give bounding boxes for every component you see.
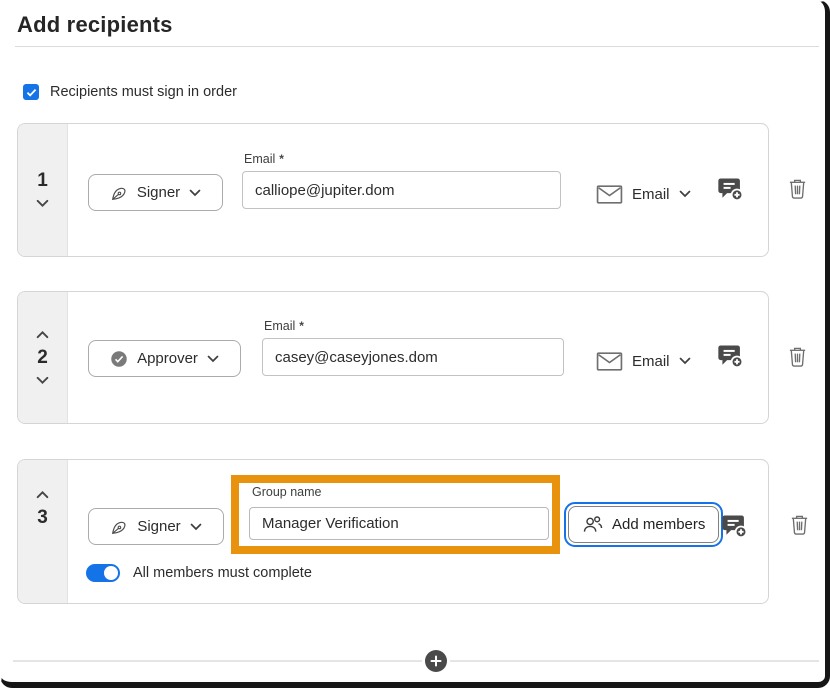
field-label-text: Email (244, 152, 275, 166)
pen-icon (110, 518, 128, 536)
recipient-2-order-strip: 2 (18, 292, 68, 423)
recipient-2-add-message-button[interactable] (716, 342, 744, 370)
recipient-2-delivery-label: Email (632, 353, 670, 370)
chevron-down-icon (190, 523, 202, 531)
recipient-2-email-label: Email * (264, 319, 304, 333)
trash-icon (787, 176, 808, 201)
recipient-1-role-dropdown[interactable]: Signer (88, 174, 223, 211)
recipient-2-role-dropdown[interactable]: Approver (88, 340, 241, 377)
trash-icon (789, 512, 810, 537)
chevron-up-icon (36, 330, 49, 339)
recipient-2-move-up-button[interactable] (32, 328, 53, 341)
chevron-up-icon (36, 490, 49, 499)
chevron-down-icon (679, 357, 691, 365)
recipient-1-email-input[interactable] (242, 171, 561, 209)
chevron-down-icon (207, 355, 219, 363)
recipient-1-delete-button[interactable] (787, 176, 808, 201)
recipient-1-email-label: Email * (244, 152, 284, 166)
recipient-3-group-name-label: Group name (252, 485, 321, 499)
sign-in-order-option: Recipients must sign in order (23, 84, 237, 100)
chevron-down-icon (679, 190, 691, 198)
all-members-toggle[interactable] (86, 564, 120, 582)
add-recipient-button[interactable] (425, 650, 447, 672)
recipient-2-email-input[interactable] (262, 338, 564, 376)
add-recipient-divider (13, 660, 819, 662)
recipient-1-delivery-dropdown[interactable]: Email (596, 177, 691, 211)
recipient-3-add-message-button[interactable] (720, 512, 748, 540)
chevron-down-icon (189, 189, 201, 197)
field-label-text: Email (264, 319, 295, 333)
add-members-label: Add members (612, 516, 705, 533)
plus-icon (430, 655, 442, 667)
people-icon (582, 515, 603, 534)
add-members-button[interactable]: Add members (568, 506, 719, 543)
required-mark: * (279, 152, 284, 166)
trash-icon (787, 344, 808, 369)
group-name-highlight-box: Group name (231, 475, 560, 554)
recipient-3-index: 3 (37, 508, 48, 527)
recipient-2-index: 2 (37, 348, 48, 367)
check-icon (26, 88, 37, 97)
recipient-2-delivery-dropdown[interactable]: Email (596, 344, 691, 378)
recipient-card-1: 1 Signer Email * Email (17, 123, 769, 257)
add-members-focus-ring: Add members (564, 502, 723, 547)
recipient-3-group-name-input[interactable] (249, 507, 549, 540)
recipient-1-add-message-button[interactable] (716, 175, 744, 203)
add-message-icon (716, 342, 744, 370)
sign-in-order-label: Recipients must sign in order (50, 84, 237, 100)
recipient-card-3: 3 Signer Group name Add members All memb… (17, 459, 769, 604)
recipient-3-move-up-button[interactable] (32, 488, 53, 501)
recipient-3-order-strip: 3 (18, 460, 68, 603)
chevron-down-icon (36, 376, 49, 385)
check-circle-icon (110, 350, 128, 368)
recipient-card-2: 2 Approver Email * Email (17, 291, 769, 424)
recipient-3-role-dropdown[interactable]: Signer (88, 508, 224, 545)
required-mark: * (299, 319, 304, 333)
recipient-3-delete-button[interactable] (789, 512, 810, 537)
pen-icon (110, 184, 128, 202)
page-title: Add recipients (17, 12, 173, 38)
envelope-icon (596, 184, 623, 205)
recipient-2-move-down-button[interactable] (32, 374, 53, 387)
recipient-3-role-label: Signer (137, 518, 180, 535)
add-message-icon (720, 512, 748, 540)
all-members-toggle-label: All members must complete (133, 565, 312, 581)
recipient-2-role-label: Approver (137, 350, 198, 367)
recipient-2-delete-button[interactable] (787, 344, 808, 369)
chevron-down-icon (36, 199, 49, 208)
recipient-1-role-label: Signer (137, 184, 180, 201)
add-message-icon (716, 175, 744, 203)
recipient-1-index: 1 (37, 171, 48, 190)
title-divider (15, 46, 819, 47)
sign-in-order-checkbox[interactable] (23, 84, 39, 100)
recipient-1-delivery-label: Email (632, 186, 670, 203)
all-members-toggle-row: All members must complete (86, 564, 312, 582)
recipient-1-move-down-button[interactable] (32, 197, 53, 210)
add-recipients-panel: Add recipients Recipients must sign in o… (0, 0, 830, 688)
toggle-knob (104, 566, 118, 580)
envelope-icon (596, 351, 623, 372)
recipient-1-order-strip: 1 (18, 124, 68, 256)
